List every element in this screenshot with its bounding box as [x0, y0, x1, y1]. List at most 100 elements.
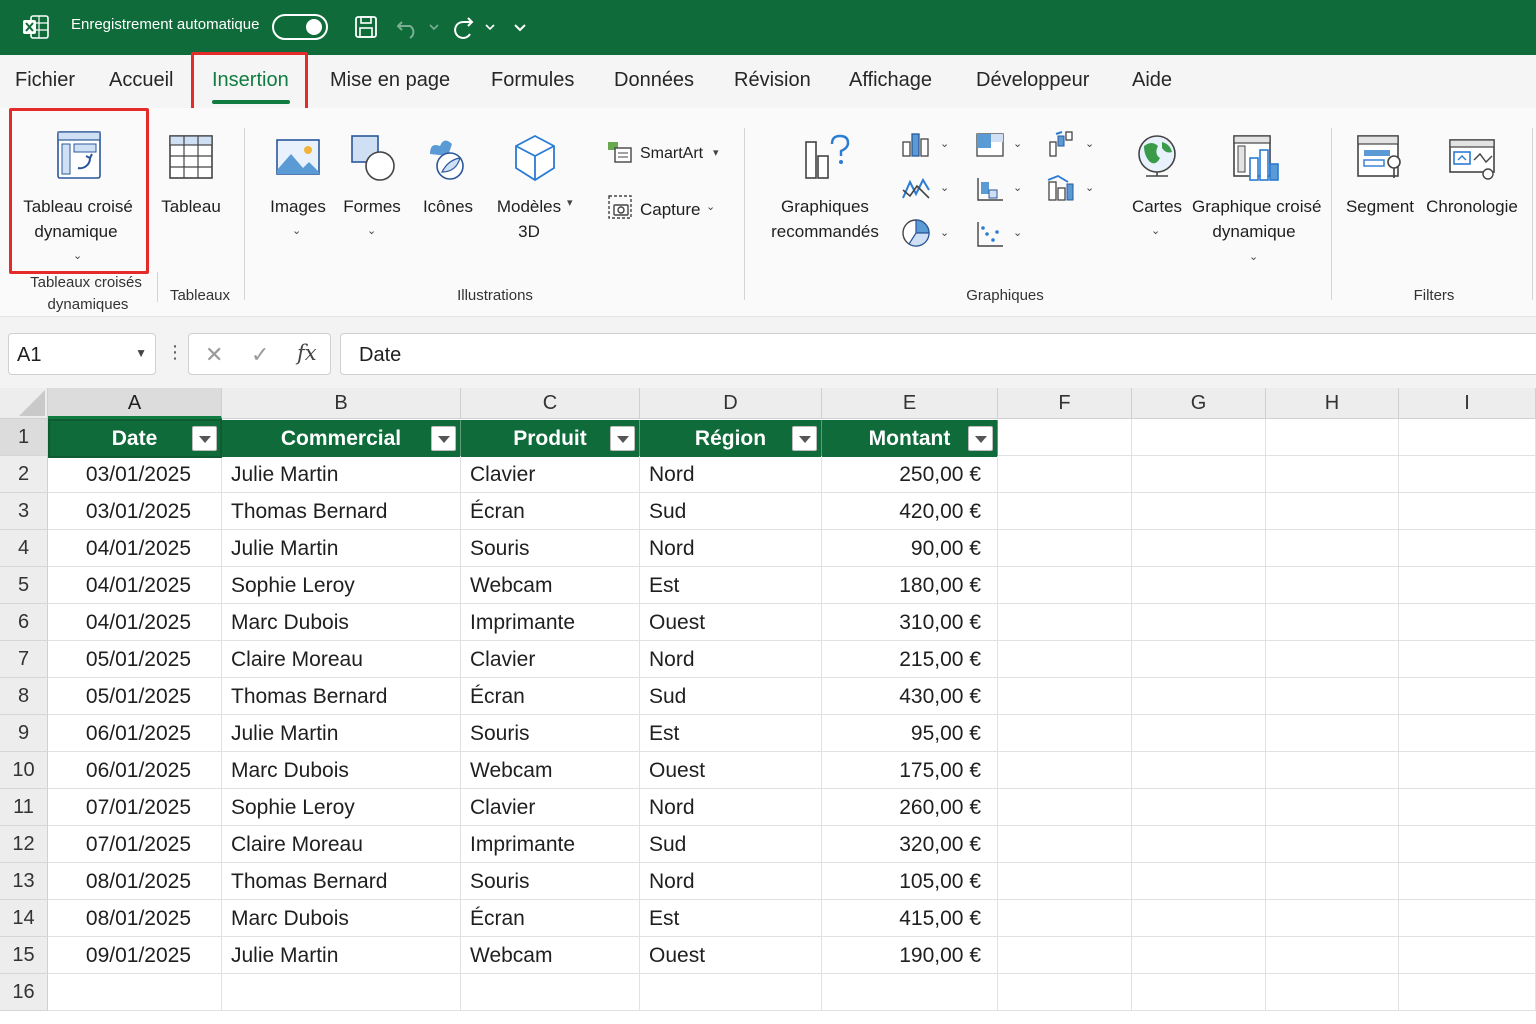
empty-cell[interactable] [822, 974, 998, 1011]
empty-cell[interactable] [998, 789, 1132, 826]
table-cell[interactable]: Imprimante [461, 604, 640, 641]
empty-cell[interactable] [461, 974, 640, 1011]
empty-cell[interactable] [1399, 715, 1536, 752]
column-header[interactable]: F [998, 388, 1132, 419]
column-header[interactable]: H [1266, 388, 1399, 419]
empty-cell[interactable] [1266, 900, 1399, 937]
tab-formules[interactable]: Formules [491, 69, 574, 92]
chevron-down-icon[interactable]: ⌄ [1013, 181, 1022, 194]
empty-cell[interactable] [1132, 419, 1266, 456]
empty-cell[interactable] [998, 493, 1132, 530]
table-cell[interactable]: Est [640, 715, 822, 752]
column-header[interactable]: G [1132, 388, 1266, 419]
images-label[interactable]: Images [266, 194, 330, 219]
table-cell[interactable]: Thomas Bernard [222, 493, 461, 530]
table-cell[interactable]: 08/01/2025 [48, 863, 222, 900]
empty-cell[interactable] [1399, 789, 1536, 826]
table-cell[interactable]: Écran [461, 900, 640, 937]
empty-cell[interactable] [1266, 715, 1399, 752]
empty-cell[interactable] [998, 900, 1132, 937]
table-cell[interactable]: Imprimante [461, 826, 640, 863]
recommended-charts-label-2[interactable]: recommandés [766, 219, 884, 244]
chevron-down-icon[interactable]: ▾ [713, 146, 719, 159]
chevron-down-icon[interactable]: ⌄ [706, 200, 715, 213]
empty-cell[interactable] [1266, 456, 1399, 493]
row-header[interactable]: 6 [0, 604, 48, 641]
table-cell[interactable]: 180,00 € [822, 567, 998, 604]
empty-cell[interactable] [998, 678, 1132, 715]
table-cell[interactable]: Est [640, 567, 822, 604]
row-header[interactable]: 15 [0, 937, 48, 974]
empty-cell[interactable] [998, 456, 1132, 493]
empty-cell[interactable] [998, 419, 1132, 456]
empty-cell[interactable] [1132, 678, 1266, 715]
statistic-chart-icon[interactable] [975, 176, 1005, 207]
empty-cell[interactable] [1266, 567, 1399, 604]
table-cell[interactable]: Thomas Bernard [222, 863, 461, 900]
table-cell[interactable]: 06/01/2025 [48, 752, 222, 789]
filter-dropdown-icon[interactable] [968, 426, 993, 451]
empty-cell[interactable] [998, 937, 1132, 974]
table-cell[interactable]: Ouest [640, 937, 822, 974]
table-cell[interactable]: Claire Moreau [222, 641, 461, 678]
3d-models-icon[interactable] [512, 134, 558, 187]
empty-cell[interactable] [1399, 974, 1536, 1011]
table-label[interactable]: Tableau [158, 194, 224, 219]
empty-cell[interactable] [1266, 493, 1399, 530]
chevron-down-icon[interactable]: ⌄ [367, 224, 376, 237]
empty-cell[interactable] [222, 974, 461, 1011]
table-cell[interactable]: 05/01/2025 [48, 678, 222, 715]
empty-cell[interactable] [1132, 715, 1266, 752]
redo-icon[interactable] [452, 13, 500, 41]
pivot-chart-label-1[interactable]: Graphique croisé [1192, 194, 1321, 219]
table-cell[interactable]: 105,00 € [822, 863, 998, 900]
empty-cell[interactable] [1266, 863, 1399, 900]
empty-cell[interactable] [1132, 567, 1266, 604]
empty-cell[interactable] [1399, 863, 1536, 900]
slicer-icon[interactable] [1356, 134, 1404, 187]
empty-cell[interactable] [1132, 826, 1266, 863]
tab-accueil[interactable]: Accueil [109, 69, 173, 92]
empty-cell[interactable] [1132, 863, 1266, 900]
row-header[interactable]: 5 [0, 567, 48, 604]
empty-cell[interactable] [1399, 826, 1536, 863]
table-cell[interactable]: Clavier [461, 789, 640, 826]
smartart-label[interactable]: SmartArt [640, 141, 703, 166]
empty-cell[interactable] [1132, 789, 1266, 826]
chevron-down-icon[interactable]: ▾ [567, 196, 573, 209]
column-header[interactable]: I [1399, 388, 1536, 419]
customize-qat-icon[interactable] [508, 13, 532, 41]
save-icon[interactable] [352, 13, 380, 41]
table-cell[interactable]: Nord [640, 863, 822, 900]
table-cell[interactable]: Webcam [461, 567, 640, 604]
empty-cell[interactable] [1399, 419, 1536, 456]
tab-affichage[interactable]: Affichage [849, 69, 932, 92]
table-cell[interactable]: Clavier [461, 456, 640, 493]
table-cell[interactable]: Ouest [640, 752, 822, 789]
chevron-down-icon[interactable]: ⌄ [1013, 226, 1022, 239]
table-cell[interactable]: 95,00 € [822, 715, 998, 752]
timeline-label[interactable]: Chronologie [1424, 194, 1520, 219]
formula-input[interactable]: Date [340, 333, 1536, 375]
table-cell[interactable]: Écran [461, 678, 640, 715]
empty-cell[interactable] [1399, 641, 1536, 678]
table-cell[interactable]: Sophie Leroy [222, 789, 461, 826]
empty-cell[interactable] [640, 974, 822, 1011]
table-cell[interactable]: Souris [461, 715, 640, 752]
chevron-down-icon[interactable]: ⌄ [1013, 137, 1022, 150]
table-header-cell[interactable]: Commercial [222, 420, 461, 457]
pivot-chart-icon[interactable] [1232, 134, 1280, 189]
table-cell[interactable]: 04/01/2025 [48, 604, 222, 641]
empty-cell[interactable] [1132, 641, 1266, 678]
empty-cell[interactable] [1132, 493, 1266, 530]
empty-cell[interactable] [998, 826, 1132, 863]
chevron-down-icon[interactable]: ⌄ [1085, 181, 1094, 194]
3d-models-label-2[interactable]: 3D [510, 219, 548, 244]
table-cell[interactable]: 09/01/2025 [48, 937, 222, 974]
empty-cell[interactable] [1399, 604, 1536, 641]
table-header-cell[interactable]: Montant [822, 420, 998, 457]
table-cell[interactable]: Nord [640, 789, 822, 826]
empty-cell[interactable] [1132, 900, 1266, 937]
empty-cell[interactable] [998, 604, 1132, 641]
filter-dropdown-icon[interactable] [431, 426, 456, 451]
